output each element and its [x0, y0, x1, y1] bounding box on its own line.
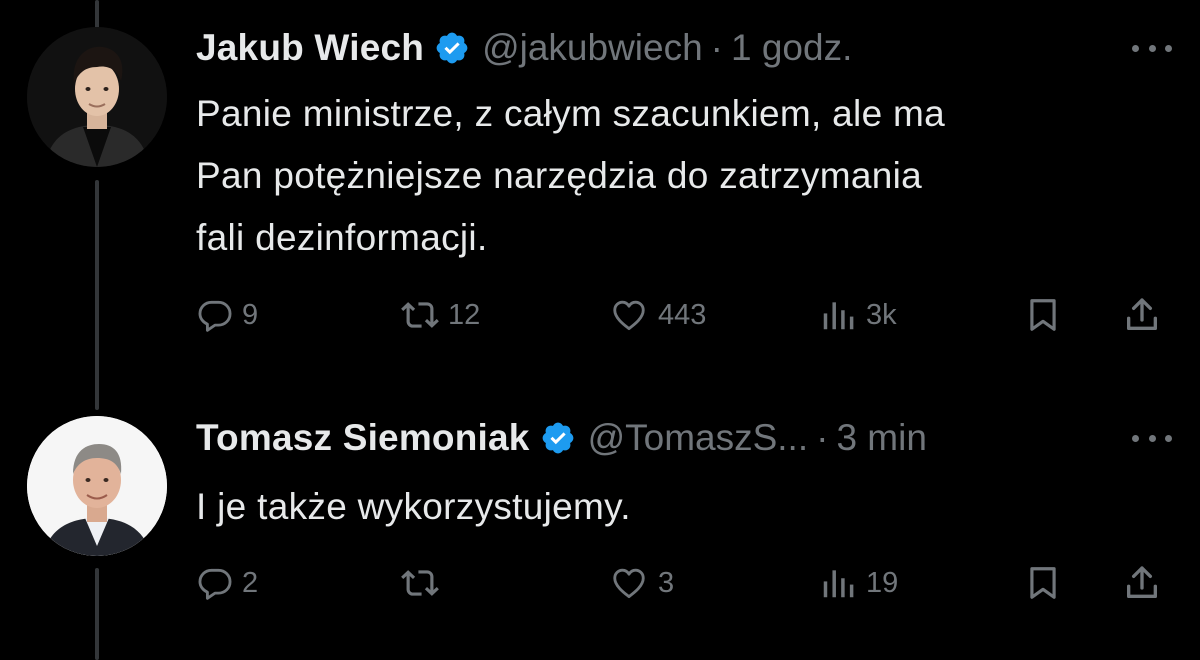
like-button[interactable]: 3: [608, 558, 674, 608]
share-icon: [1127, 298, 1157, 330]
more-options-icon[interactable]: [1132, 428, 1172, 448]
views-chart-icon: [823, 570, 854, 598]
heart-icon: [613, 300, 645, 331]
reply-icon: [198, 300, 232, 332]
tweet-jakub-wiech[interactable]: Jakub Wiech @jakubwiech · 1 godz. Panie …: [0, 0, 1200, 400]
tweet-text: I je także wykorzystujemy.: [196, 476, 1140, 538]
reply-icon: [198, 568, 232, 600]
views-chart-icon: [823, 302, 854, 330]
like-count: 3: [658, 566, 675, 599]
avatar-photo: [27, 27, 167, 167]
author-handle[interactable]: @TomaszS...: [588, 417, 809, 459]
share-icon: [1127, 566, 1157, 598]
verified-badge-icon: [540, 420, 576, 456]
retweet-icon: [401, 302, 439, 328]
heart-icon: [613, 568, 645, 599]
bookmark-icon: [1030, 299, 1056, 331]
tweet-header: Tomasz Siemoniak @TomaszS... · 3 min: [196, 412, 1120, 464]
share-button[interactable]: [1122, 558, 1162, 608]
tweet-text-line: Panie ministrze, z całym szacunkiem, ale…: [196, 93, 946, 134]
more-options-icon[interactable]: [1132, 38, 1172, 58]
views-count: 19: [866, 566, 899, 599]
tweet-text-line: fali dezinformacji.: [196, 217, 488, 258]
timestamp[interactable]: 3 min: [836, 417, 926, 459]
tweet-header: Jakub Wiech @jakubwiech · 1 godz.: [196, 22, 1120, 74]
timestamp[interactable]: 1 godz.: [731, 27, 852, 69]
views-button[interactable]: 19: [818, 558, 898, 608]
like-button[interactable]: 443: [608, 290, 706, 340]
like-count: 443: [658, 298, 707, 331]
author-name[interactable]: Jakub Wiech: [196, 27, 424, 69]
views-button[interactable]: 3k: [818, 290, 897, 340]
tweet-actions: 2 3 19: [196, 558, 1170, 608]
views-count: 3k: [866, 298, 897, 331]
retweet-button[interactable]: 12: [400, 290, 480, 340]
tweet-actions: 9 12 443 3k: [196, 290, 1170, 340]
author-name[interactable]: Tomasz Siemoniak: [196, 417, 530, 459]
share-button[interactable]: [1122, 290, 1162, 340]
verified-badge-icon: [434, 30, 470, 66]
retweet-icon: [401, 570, 439, 596]
reply-count: 2: [242, 566, 259, 599]
avatar-photo: [27, 416, 167, 556]
separator-dot: ·: [710, 27, 723, 68]
retweet-count: 12: [448, 298, 481, 331]
retweet-button[interactable]: [400, 558, 448, 608]
reply-button[interactable]: 2: [196, 558, 258, 608]
tweet-tomasz-siemoniak[interactable]: Tomasz Siemoniak @TomaszS... · 3 min I j…: [0, 400, 1200, 660]
tweet-text-line: Pan potężniejsze narzędzia do zatrzymani…: [196, 155, 922, 196]
bookmark-icon: [1030, 567, 1056, 599]
author-handle[interactable]: @jakubwiech: [482, 27, 703, 69]
bookmark-button[interactable]: [1024, 558, 1062, 608]
avatar[interactable]: [27, 27, 167, 167]
avatar[interactable]: [27, 416, 167, 556]
tweet-text: Panie ministrze, z całym szacunkiem, ale…: [196, 83, 1140, 269]
tweet-text-line: I je także wykorzystujemy.: [196, 486, 631, 527]
separator-dot: ·: [816, 417, 829, 458]
reply-button[interactable]: 9: [196, 290, 258, 340]
reply-count: 9: [242, 298, 259, 331]
bookmark-button[interactable]: [1024, 290, 1062, 340]
